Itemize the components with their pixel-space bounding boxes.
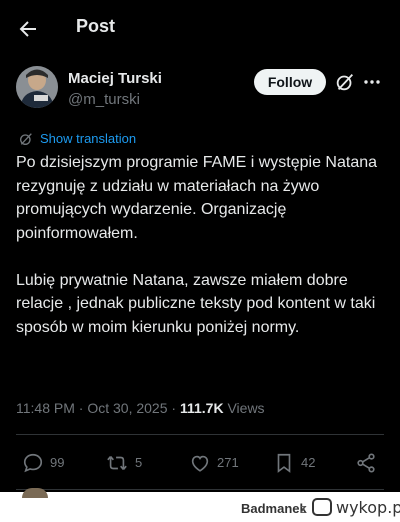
repost-icon — [107, 456, 127, 470]
like-count: 271 — [217, 455, 239, 470]
author-name[interactable]: Maciej Turski — [68, 70, 162, 87]
like-icon — [191, 455, 209, 472]
watermark-connector: z — [300, 501, 307, 516]
divider — [16, 434, 384, 435]
watermark-username: Badmanek — [241, 501, 307, 516]
avatar-photo — [16, 66, 58, 108]
reply-icon — [23, 453, 43, 473]
meta-separator: · — [171, 400, 177, 416]
meta-separator: · — [78, 400, 84, 416]
avatar[interactable] — [16, 66, 58, 108]
show-translation-label: Show translation — [40, 131, 137, 146]
post-meta: 11:48 PM · Oct 30, 2025 · 111.7K Views — [16, 400, 265, 416]
share-icon — [357, 453, 375, 473]
author-handle[interactable]: @m_turski — [68, 91, 140, 108]
post-date[interactable]: Oct 30, 2025 — [87, 400, 167, 416]
post-paragraph: Po dzisiejszym programie FAME i występie… — [16, 154, 378, 242]
divider — [16, 489, 384, 490]
wykop-logo-icon — [312, 498, 332, 516]
page-title: Post — [76, 16, 116, 36]
repost-count: 5 — [135, 455, 143, 470]
grok-icon[interactable] — [334, 71, 356, 93]
follow-button[interactable]: Follow — [254, 69, 326, 95]
top-bar: Post — [0, 0, 400, 58]
more-icon[interactable] — [362, 71, 382, 93]
next-reply-avatar — [22, 488, 48, 498]
views-label: Views — [227, 400, 265, 416]
post-text: Po dzisiejszym programie FAME i występie… — [16, 151, 388, 339]
reply-count: 99 — [50, 455, 65, 470]
post-paragraph: Lubię prywatnie Natana, zawsze miałem do… — [16, 271, 376, 336]
translate-icon — [20, 133, 32, 145]
bookmark-icon — [277, 453, 291, 473]
post-time[interactable]: 11:48 PM — [16, 400, 75, 416]
views-count: 111.7K — [179, 400, 224, 416]
watermark-footer: Badmanek z wykop.pl — [0, 488, 400, 522]
back-arrow-icon[interactable] — [16, 17, 40, 41]
bookmark-count: 42 — [301, 455, 316, 470]
watermark-site: wykop.pl — [336, 498, 400, 517]
